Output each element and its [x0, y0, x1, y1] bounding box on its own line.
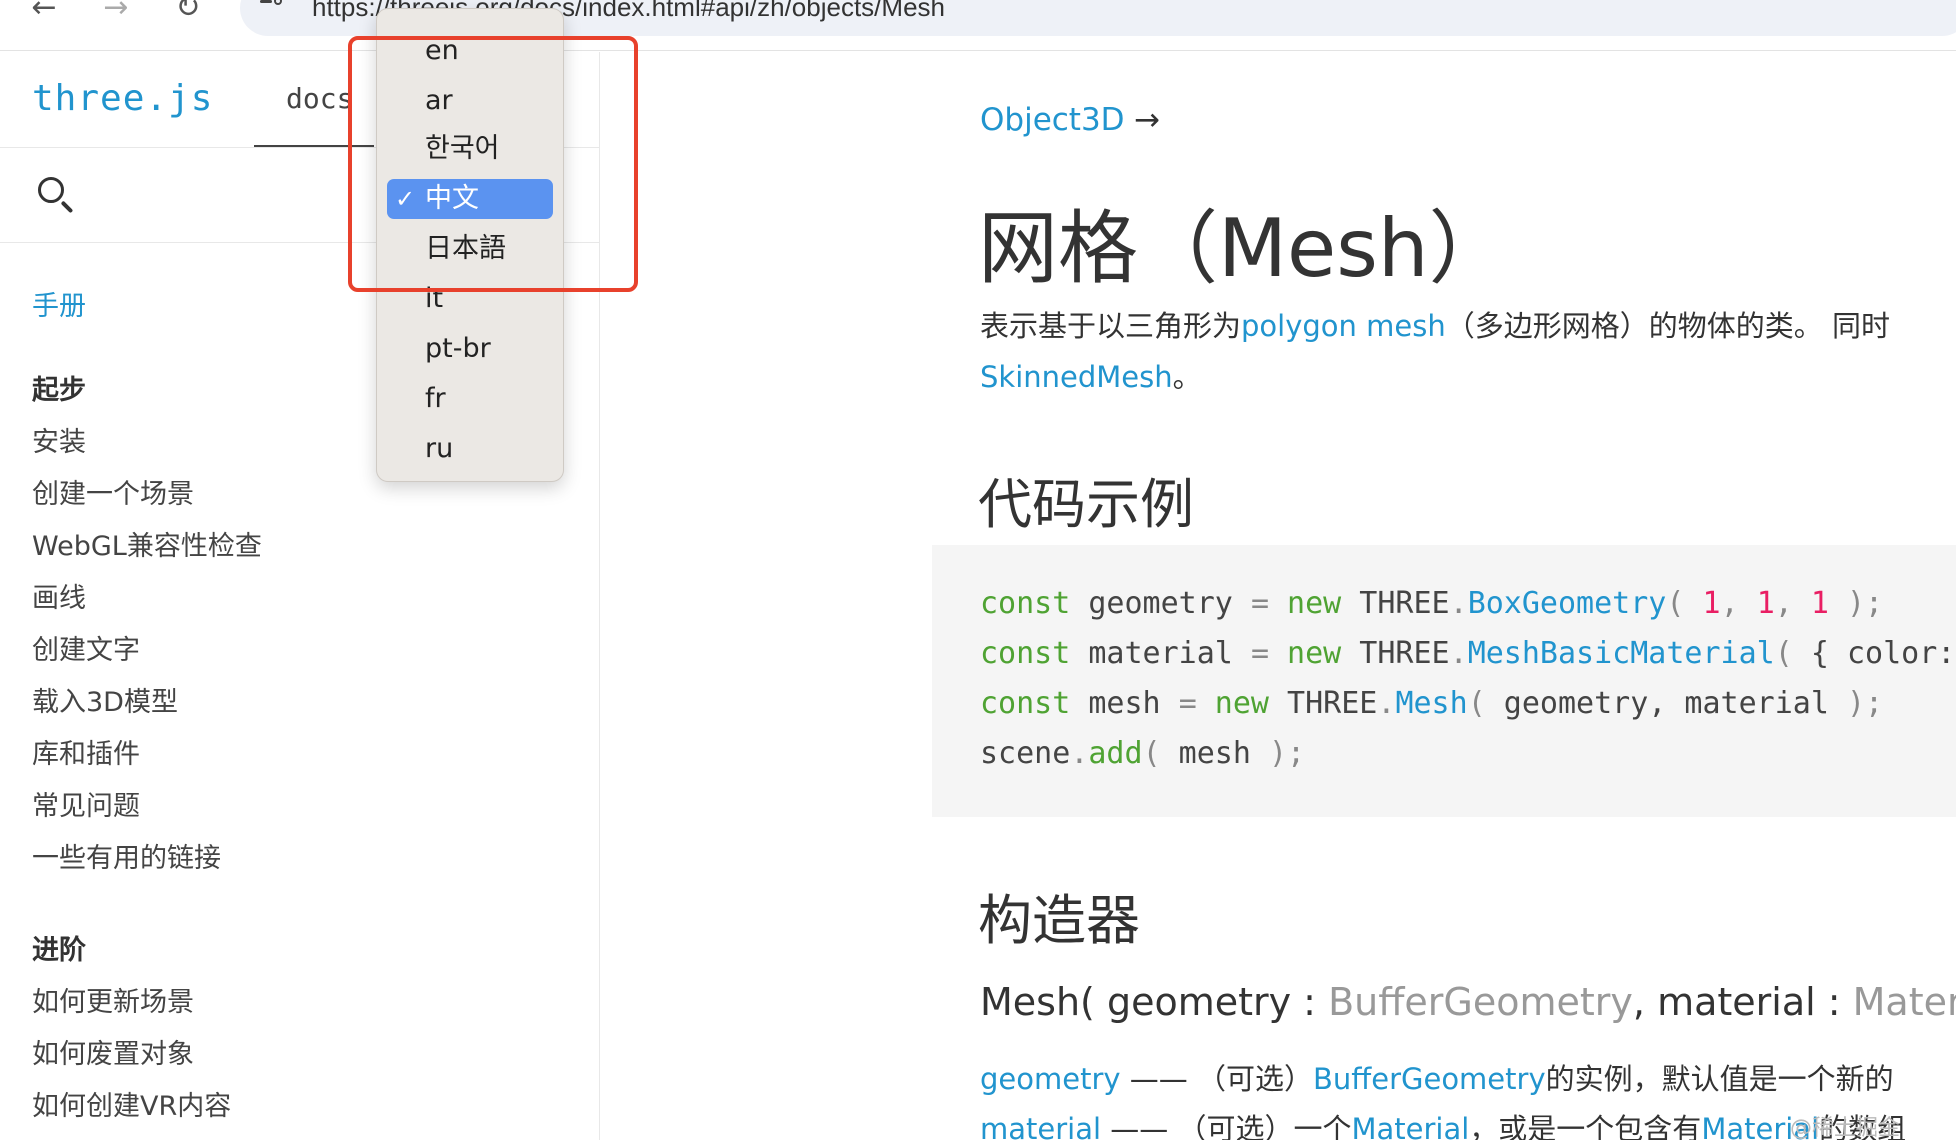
sidebar-item[interactable]: 库和插件 — [32, 732, 140, 771]
language-option-pt-br[interactable]: pt-br — [377, 329, 565, 369]
description: 表示基于以三角形为polygon mesh（多边形网格）的物体的类。 同时 — [980, 309, 1890, 343]
sidebar-item[interactable]: 一些有用的链接 — [32, 836, 221, 875]
skinnedmesh-link[interactable]: SkinnedMesh — [980, 360, 1173, 394]
search-icon[interactable] — [38, 177, 78, 217]
sidebar-item[interactable]: 创建一个场景 — [32, 472, 194, 511]
browser-toolbar: ← → ↻ https://threejs.org/docs/index.htm… — [0, 0, 1956, 51]
language-option-ru[interactable]: ru — [377, 429, 565, 469]
code-line: const geometry = new THREE.BoxGeometry( … — [980, 586, 1884, 621]
language-option-fr[interactable]: fr — [377, 379, 565, 419]
highlight-annotation-box — [348, 36, 638, 292]
tab-docs[interactable]: docs — [286, 82, 353, 115]
sidebar-item[interactable]: 创建文字 — [32, 628, 140, 667]
sidebar-group-title: 进阶 — [32, 935, 86, 966]
sidebar-item[interactable]: 画线 — [32, 576, 86, 615]
sidebar-item[interactable]: WebGL兼容性检查 — [32, 524, 262, 563]
sidebar-item[interactable]: 常见问题 — [32, 784, 140, 823]
arrow-right-icon: → — [1134, 102, 1160, 138]
polygon-mesh-link[interactable]: polygon mesh — [1241, 309, 1446, 343]
sidebar-section-manual[interactable]: 手册 — [32, 284, 86, 323]
param-material: material —— （可选）一个Material，或是一个包含有Materi… — [980, 1112, 1907, 1140]
constructor-heading: 构造器 — [978, 889, 1140, 952]
code-line: const mesh = new THREE.Mesh( geometry, m… — [980, 686, 1884, 721]
sidebar-item[interactable]: 如何废置对象 — [32, 1032, 194, 1071]
breadcrumb-link[interactable]: Object3D — [980, 102, 1125, 138]
sidebar-item[interactable]: 载入3D模型 — [32, 680, 178, 719]
site-info-icon[interactable] — [258, 0, 288, 18]
description-line-2: SkinnedMesh。 — [980, 360, 1202, 394]
reload-icon[interactable]: ↻ — [168, 0, 208, 23]
constructor-signature: Mesh( geometry : BufferGeometry, materia… — [980, 980, 1956, 1024]
param-geometry: geometry —— （可选）BufferGeometry的实例，默认值是一个… — [980, 1062, 1894, 1096]
code-example-heading: 代码示例 — [978, 473, 1194, 536]
sidebar-item[interactable]: 如何更新场景 — [32, 980, 194, 1019]
code-line: scene.add( mesh ); — [980, 736, 1306, 771]
back-arrow-icon[interactable]: ← — [24, 0, 64, 23]
page-title: 网格（Mesh） — [978, 202, 1509, 295]
watermark: @稀土掘金 — [1790, 1116, 1901, 1140]
sidebar-item[interactable]: 安装 — [32, 420, 86, 459]
brand-logo[interactable]: three.js — [32, 78, 213, 119]
forward-arrow-icon[interactable]: → — [96, 0, 136, 23]
sidebar-item[interactable]: 如何创建VR内容 — [32, 1084, 231, 1123]
code-line: const material = new THREE.MeshBasicMate… — [980, 636, 1956, 671]
sidebar-group-title: 起步 — [32, 375, 86, 406]
